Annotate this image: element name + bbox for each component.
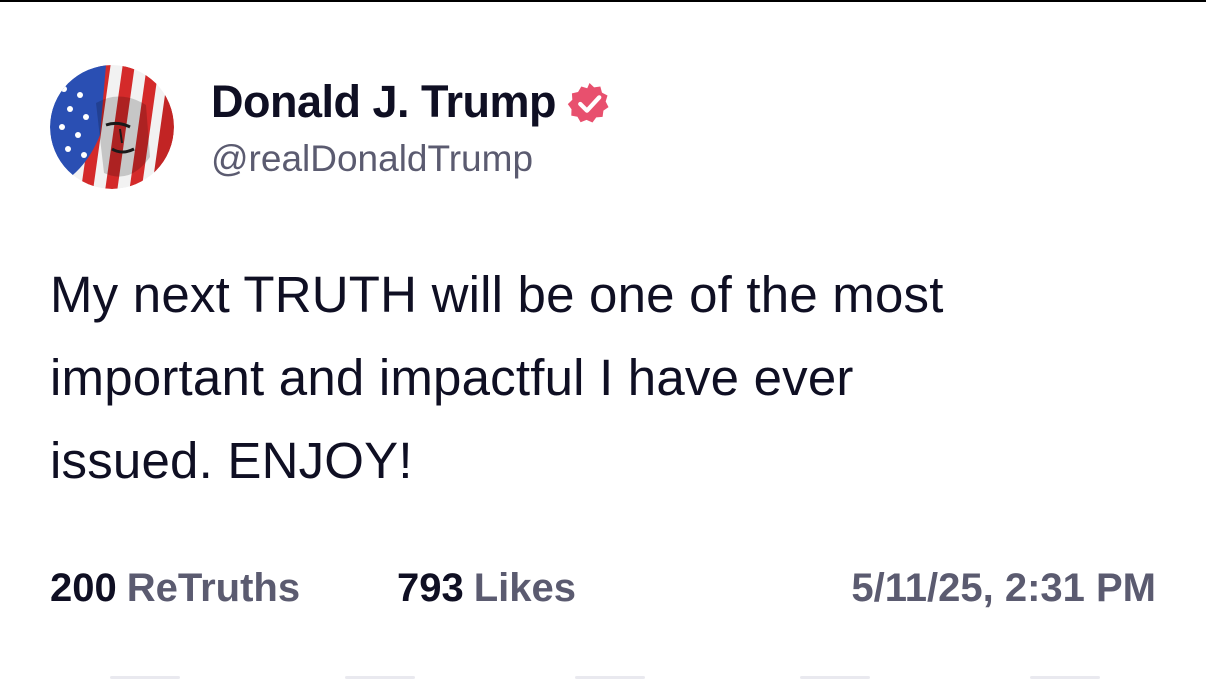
action-divider <box>575 676 645 679</box>
post-body-text: My next TRUTH will be one of the most im… <box>50 266 944 489</box>
retruths-label: ReTruths <box>126 566 301 610</box>
retruths-stat[interactable]: 200 ReTruths <box>50 566 300 611</box>
author-name-row: Donald J. Trump <box>211 74 612 130</box>
avatar[interactable] <box>50 65 174 189</box>
likes-count: 793 <box>397 566 464 610</box>
action-divider <box>110 676 180 679</box>
likes-stat[interactable]: 793 Likes <box>397 566 576 611</box>
likes-label: Likes <box>473 566 577 610</box>
avatar-image <box>50 65 174 189</box>
action-divider <box>1030 676 1100 679</box>
post-stats-row: 200 ReTruths 793 Likes 5/11/25, 2:31 PM <box>50 566 1156 616</box>
truth-post: Donald J. Trump @realDonaldTrump My next… <box>0 0 1206 681</box>
author-display-name[interactable]: Donald J. Trump <box>211 76 557 128</box>
retruths-count: 200 <box>50 566 117 610</box>
action-divider <box>345 676 415 679</box>
action-divider <box>800 676 870 679</box>
verified-badge-icon <box>567 82 609 123</box>
author-handle[interactable]: @realDonaldTrump <box>211 138 533 180</box>
post-timestamp[interactable]: 5/11/25, 2:31 PM <box>851 566 1156 611</box>
action-bar-edge <box>0 676 1206 681</box>
